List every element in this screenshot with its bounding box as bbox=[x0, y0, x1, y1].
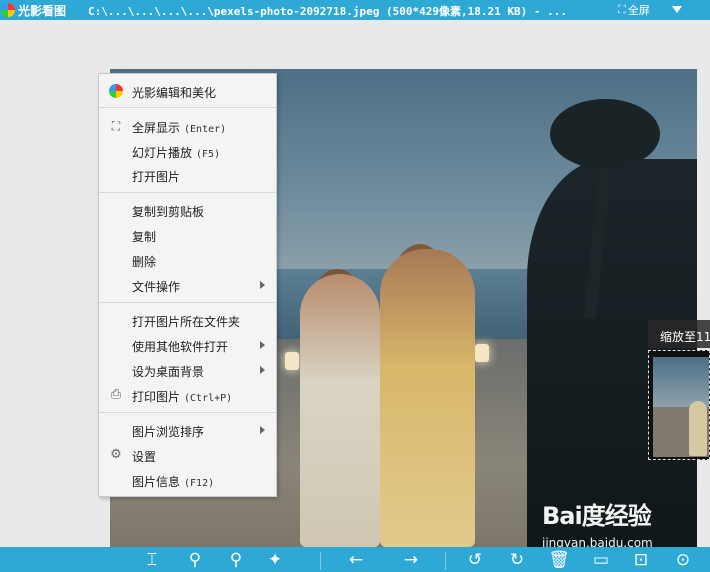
menu-separator bbox=[99, 412, 276, 413]
menu-item-fullscreen[interactable]: ⛶ 全屏显示 (Enter) bbox=[99, 115, 276, 137]
menu-item-slideshow[interactable]: 幻灯片播放 (F5) bbox=[99, 140, 276, 162]
menu-item-image-info[interactable]: 图片信息 (F12) bbox=[99, 469, 276, 491]
menu-item-label: 打开图片 bbox=[132, 170, 181, 184]
menu-item-label: 图片浏览排序 bbox=[132, 425, 205, 439]
menu-item-label: 打开图片所在文件夹 bbox=[132, 315, 241, 329]
chevron-right-icon bbox=[260, 426, 265, 434]
menu-item-copy[interactable]: 复制 bbox=[99, 224, 276, 246]
menu-item-label: 光影编辑和美化 bbox=[132, 86, 217, 100]
rotate-right-icon[interactable]: ↻ bbox=[506, 550, 528, 570]
context-menu: 光影编辑和美化 ⛶ 全屏显示 (Enter) 幻灯片播放 (F5) 打开图片 复制到… bbox=[98, 73, 277, 497]
photo-person bbox=[300, 274, 380, 547]
chevron-right-icon bbox=[260, 366, 265, 374]
photo-lamp bbox=[285, 352, 299, 370]
delete-icon[interactable]: 🗑 bbox=[548, 550, 570, 570]
menu-item-label: 打印图片 bbox=[132, 390, 181, 404]
navigator-thumbnail[interactable] bbox=[648, 350, 710, 460]
fullscreen-label: 全屏 bbox=[627, 4, 650, 17]
thumbnail-person bbox=[689, 401, 707, 456]
watermark-logo: Bai度经验 bbox=[542, 502, 652, 530]
toolbar-divider bbox=[445, 552, 446, 570]
menu-item-shortcut: (Enter) bbox=[184, 124, 227, 135]
fullscreen-icon: ⛶ bbox=[618, 3, 626, 16]
menu-item-shortcut: (Ctrl+P) bbox=[184, 393, 233, 404]
menu-item-label: 设置 bbox=[132, 450, 157, 464]
menu-item-label: 全屏显示 bbox=[132, 121, 181, 135]
bottom-toolbar: ⌶ ⚲ ⚲ ✦ ← → ↺ ↻ 🗑 ▭ ⊡ ⊙ bbox=[0, 547, 710, 572]
chevron-right-icon bbox=[260, 281, 265, 289]
printer-icon: ⎙ bbox=[110, 387, 122, 402]
app-name: 光影看图 bbox=[18, 4, 67, 18]
menu-item-delete[interactable]: 删除 bbox=[99, 249, 276, 271]
fullscreen-icon: ⛶ bbox=[111, 119, 121, 133]
zoom-level-popup: 缩放至11 bbox=[648, 320, 710, 348]
menu-item-set-wallpaper[interactable]: 设为桌面背景 bbox=[99, 359, 276, 381]
menu-item-print[interactable]: ⎙ 打印图片 (Ctrl+P) bbox=[99, 384, 276, 406]
thumbnail-sky bbox=[653, 357, 709, 407]
next-arrow-icon[interactable]: → bbox=[400, 550, 422, 570]
menu-item-shortcut: (F12) bbox=[184, 478, 215, 489]
gear-icon: ⚙ bbox=[110, 447, 122, 462]
photo-lamp bbox=[475, 344, 489, 362]
zoom-level-text: 缩放至11 bbox=[660, 330, 710, 344]
menu-item-label: 图片信息 bbox=[132, 475, 181, 489]
menu-item-shortcut: (F5) bbox=[196, 149, 221, 160]
zoom-in-icon[interactable]: ⚲ bbox=[184, 550, 206, 570]
rotate-left-icon[interactable]: ↺ bbox=[464, 550, 486, 570]
chevron-right-icon bbox=[260, 341, 265, 349]
menu-item-edit-beautify[interactable]: 光影编辑和美化 bbox=[99, 80, 276, 102]
watermark: Bai度经验 jingyan.baidu.com bbox=[542, 494, 702, 554]
window-title: C:\...\...\...\...\pexels-photo-2092718.… bbox=[88, 5, 567, 18]
title-bar: 光影看图 C:\...\...\...\...\pexels-photo-209… bbox=[0, 0, 710, 20]
menu-item-open-image[interactable]: 打开图片 bbox=[99, 164, 276, 186]
menu-item-open-with[interactable]: 使用其他软件打开 bbox=[99, 334, 276, 356]
menu-item-label: 幻灯片播放 bbox=[132, 146, 193, 160]
crop-icon[interactable]: ⌶ bbox=[141, 550, 163, 570]
menu-item-label: 设为桌面背景 bbox=[132, 365, 205, 379]
toolbar-divider bbox=[320, 552, 321, 570]
folder-icon[interactable]: ▭ bbox=[590, 550, 612, 570]
menu-separator bbox=[99, 302, 276, 303]
menu-item-file-operations[interactable]: 文件操作 bbox=[99, 274, 276, 296]
previous-arrow-icon[interactable]: ← bbox=[345, 550, 367, 570]
menu-separator bbox=[99, 192, 276, 193]
zoom-out-icon[interactable]: ⚲ bbox=[225, 550, 247, 570]
magic-wand-icon[interactable]: ✦ bbox=[264, 550, 286, 570]
fit-icon[interactable]: ⊡ bbox=[630, 550, 652, 570]
menu-item-label: 使用其他软件打开 bbox=[132, 340, 229, 354]
photo-palm-top bbox=[550, 99, 660, 169]
app-logo-icon bbox=[1, 3, 15, 17]
chevron-down-icon[interactable] bbox=[672, 6, 682, 13]
fullscreen-button[interactable]: ⛶ 全屏 bbox=[618, 1, 650, 19]
menu-item-label: 复制 bbox=[132, 230, 157, 244]
menu-separator bbox=[99, 107, 276, 108]
color-wheel-icon bbox=[109, 84, 123, 98]
menu-item-label: 文件操作 bbox=[132, 280, 181, 294]
menu-item-copy-to-clipboard[interactable]: 复制到剪贴板 bbox=[99, 199, 276, 221]
menu-item-label: 复制到剪贴板 bbox=[132, 205, 205, 219]
menu-item-sort[interactable]: 图片浏览排序 bbox=[99, 419, 276, 441]
menu-item-open-folder[interactable]: 打开图片所在文件夹 bbox=[99, 309, 276, 331]
more-icon[interactable]: ⊙ bbox=[672, 550, 694, 570]
menu-item-label: 删除 bbox=[132, 255, 157, 269]
photo-person bbox=[380, 249, 475, 547]
menu-item-settings[interactable]: ⚙ 设置 bbox=[99, 444, 276, 466]
